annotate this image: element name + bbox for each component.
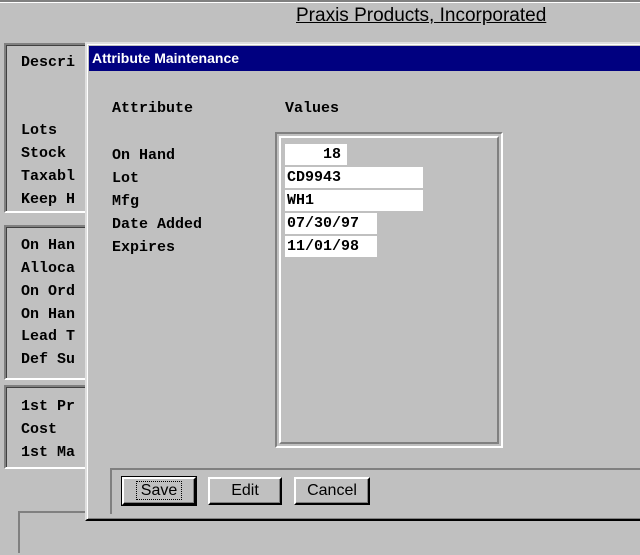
on-hand-label: On Han — [21, 237, 76, 254]
dialog-title: Attribute Maintenance — [92, 50, 240, 66]
attribute-date-added: Date Added — [112, 216, 203, 233]
lead-time-label: Lead T — [21, 328, 76, 345]
values-box: 18 CD9943 WH1 07/30/97 11/01/98 — [275, 132, 503, 448]
value-on-hand-field[interactable]: 18 — [285, 144, 347, 165]
on-hand-2-label: On Han — [21, 306, 76, 323]
cost-label: Cost — [21, 421, 58, 438]
save-button-label: Save — [135, 481, 183, 500]
attribute-column-header: Attribute — [112, 100, 194, 117]
taxable-label: Taxabl — [21, 168, 76, 185]
cancel-button[interactable]: Cancel — [294, 477, 370, 505]
save-button[interactable]: Save — [121, 476, 197, 506]
first-manufacturer-label: 1st Ma — [21, 444, 76, 461]
attribute-mfg: Mfg — [112, 193, 140, 210]
value-expires-field[interactable]: 11/01/98 — [285, 236, 377, 257]
on-order-label: On Ord — [21, 283, 76, 300]
lots-label: Lots — [21, 122, 58, 139]
value-mfg-field[interactable]: WH1 — [285, 190, 423, 211]
top-separator-highlight — [0, 2, 640, 3]
attribute-lot: Lot — [112, 170, 140, 187]
company-title: Praxis Products, Incorporated — [296, 5, 547, 26]
dialog-button-row: Save Edit Cancel — [110, 468, 640, 514]
description-label: Descri — [21, 54, 76, 71]
first-price-label: 1st Pr — [21, 398, 76, 415]
keep-history-label: Keep H — [21, 191, 76, 208]
value-date-added-field[interactable]: 07/30/97 — [285, 213, 377, 234]
attribute-maintenance-dialog: Attribute Maintenance Attribute Values O… — [85, 42, 640, 521]
stock-label: Stock — [21, 145, 67, 162]
default-supplier-label: Def Su — [21, 351, 76, 368]
allocated-label: Alloca — [21, 260, 76, 277]
value-lot-field[interactable]: CD9943 — [285, 167, 423, 188]
attribute-expires: Expires — [112, 239, 176, 256]
edit-button[interactable]: Edit — [208, 477, 282, 505]
attribute-on-hand: On Hand — [112, 147, 176, 164]
dialog-titlebar[interactable]: Attribute Maintenance — [89, 46, 640, 71]
values-column-header: Values — [285, 100, 340, 117]
